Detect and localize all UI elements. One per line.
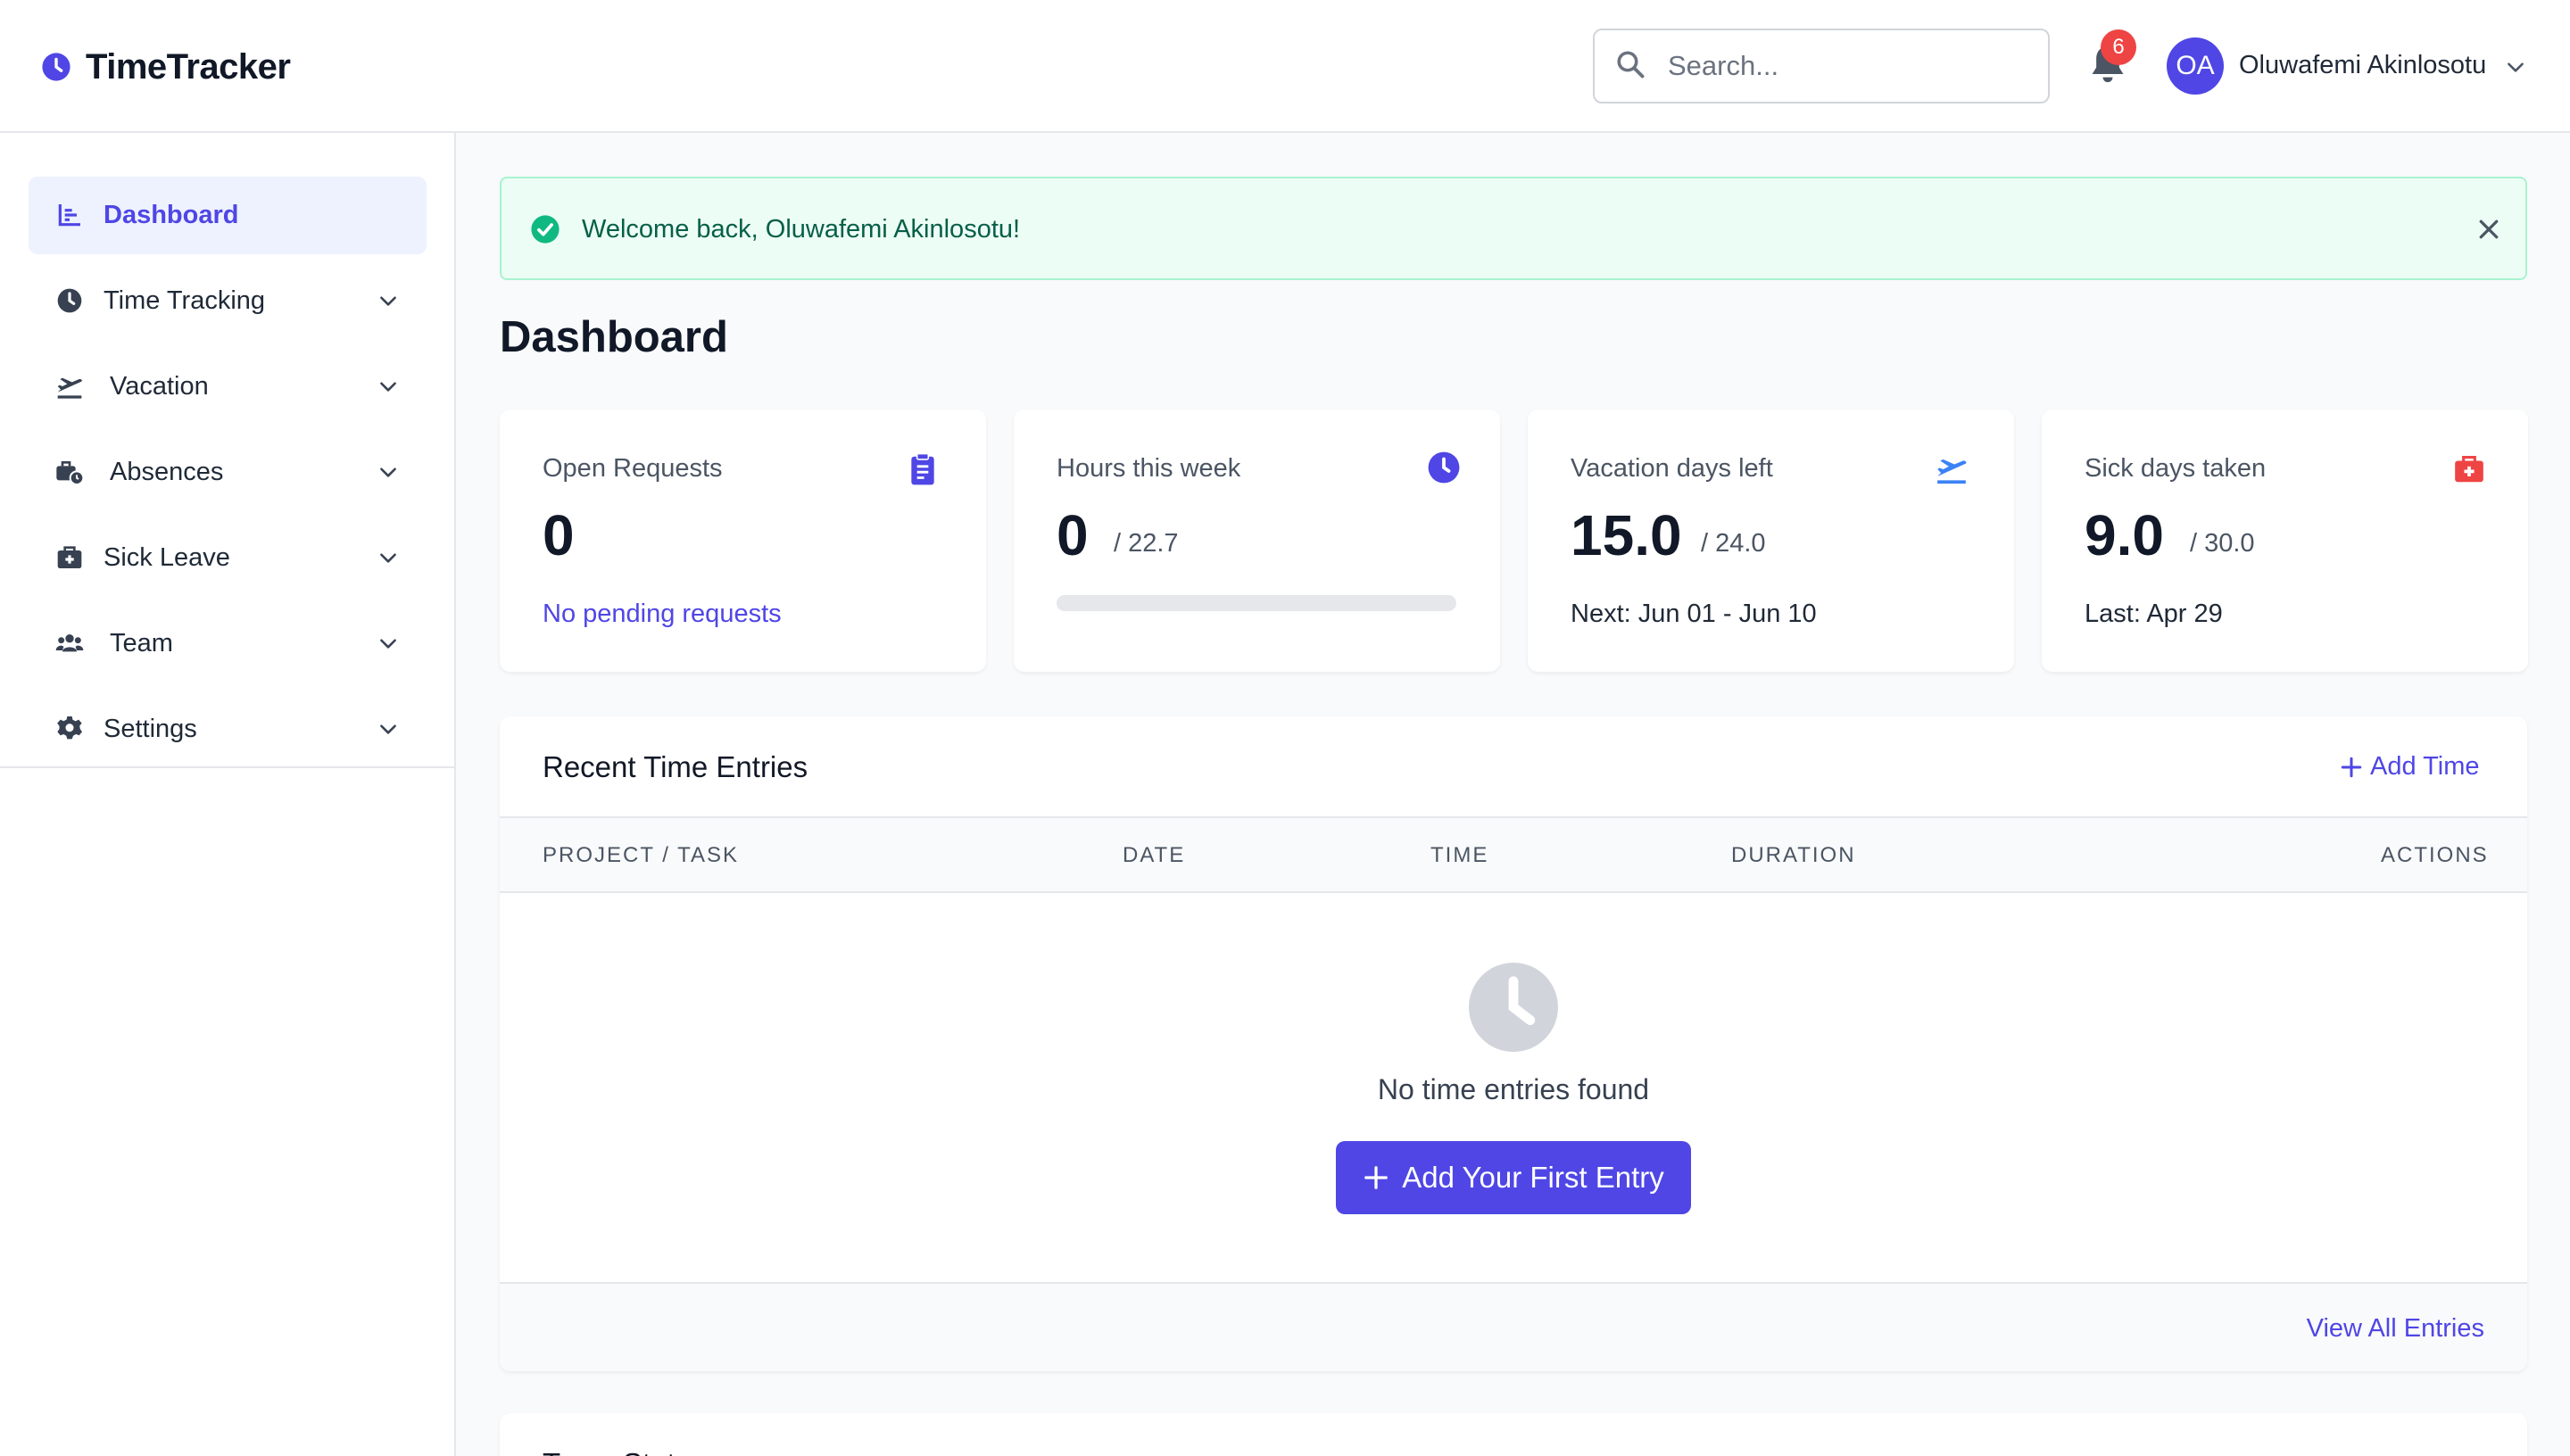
chevron-down-icon[interactable]	[2504, 55, 2527, 79]
medkit-icon	[2455, 455, 2483, 483]
stat-value: 15.0	[1571, 503, 1682, 567]
top-header: TimeTracker 6 OA Oluwafemi Akinlosotu	[0, 0, 2570, 133]
stat-card-vacation-days: Vacation days left 15.0 / 24.0 Next: Jun…	[1528, 410, 2014, 672]
sidebar: Dashboard Time Tracking Vacation Absence…	[0, 133, 456, 1456]
sidebar-item-label: Dashboard	[104, 201, 239, 229]
clock-icon	[1428, 451, 1460, 484]
team-status-card: Team Status	[500, 1413, 2527, 1456]
stat-label: Vacation days left	[1571, 454, 1773, 483]
stat-label: Open Requests	[543, 454, 723, 483]
stat-label: Sick days taken	[2085, 454, 2267, 483]
sidebar-item-absences[interactable]: Absences	[29, 434, 427, 511]
hours-progress-bar	[1057, 595, 1456, 611]
sidebar-item-label: Absences	[110, 458, 224, 486]
add-time-button[interactable]: Add Time	[2340, 752, 2480, 782]
no-pending-requests-link[interactable]: No pending requests	[543, 600, 782, 629]
sidebar-item-settings[interactable]: Settings	[29, 691, 427, 768]
close-icon[interactable]	[2475, 216, 2502, 243]
stat-value: 0	[543, 503, 575, 567]
card-footer: View All Entries	[500, 1282, 2527, 1371]
sidebar-item-vacation[interactable]: Vacation	[29, 348, 427, 426]
avatar[interactable]: OA	[2167, 37, 2224, 95]
search-input[interactable]	[1668, 50, 2025, 82]
sidebar-item-label: Settings	[104, 715, 197, 743]
view-all-entries-link[interactable]: View All Entries	[2124, 1314, 2484, 1344]
chevron-down-icon	[380, 724, 396, 734]
add-time-label: Add Time	[2370, 752, 2480, 781]
section-title: Recent Time Entries	[543, 750, 808, 783]
stat-card-open-requests: Open Requests 0 No pending requests	[500, 410, 986, 672]
page-title: Dashboard	[500, 313, 728, 361]
table-header: PROJECT / TASK DATE TIME DURATION ACTION…	[500, 816, 2527, 893]
chart-icon	[58, 204, 80, 227]
stat-card-sick-days: Sick days taken 9.0 / 30.0 Last: Apr 29	[2042, 410, 2528, 672]
chevron-down-icon	[380, 467, 396, 477]
briefcase-clock-icon	[56, 461, 84, 485]
sidebar-item-team[interactable]: Team	[29, 605, 427, 682]
column-header: DATE	[1123, 843, 1186, 867]
clock-icon	[42, 53, 70, 81]
empty-state-text: No time entries found	[1377, 1073, 1650, 1105]
sidebar-item-dashboard[interactable]: Dashboard	[29, 177, 427, 254]
stat-label: Hours this week	[1057, 454, 1241, 483]
welcome-alert: Welcome back, Oluwafemi Akinlosotu!	[500, 177, 2527, 280]
column-header: PROJECT / TASK	[543, 843, 740, 867]
add-first-entry-button[interactable]: Add Your First Entry	[1336, 1141, 1691, 1214]
chevron-down-icon	[380, 296, 396, 306]
chevron-down-icon	[380, 382, 396, 392]
plane-icon	[57, 377, 82, 399]
gear-icon	[57, 716, 82, 740]
add-first-entry-label: Add Your First Entry	[1402, 1161, 1664, 1194]
stat-total: / 30.0	[2190, 529, 2255, 558]
column-header: ACTIONS	[2381, 843, 2489, 867]
column-header: TIME	[1430, 843, 1489, 867]
plus-icon	[2341, 757, 2362, 777]
chevron-down-icon	[380, 553, 396, 563]
stat-value: 0	[1057, 503, 1089, 567]
chevron-down-icon	[380, 639, 396, 649]
user-name[interactable]: Oluwafemi Akinlosotu	[2239, 51, 2486, 80]
medkit-icon	[57, 546, 82, 568]
sidebar-item-label: Vacation	[110, 372, 209, 401]
search-box[interactable]	[1593, 29, 2050, 103]
last-sick-day-text: Last: Apr 29	[2085, 600, 2223, 628]
clock-icon	[57, 288, 82, 313]
stat-value: 9.0	[2085, 503, 2164, 567]
search-icon	[1617, 51, 1645, 79]
sidebar-item-time-tracking[interactable]: Time Tracking	[29, 262, 427, 340]
stat-card-hours-week: Hours this week 0 / 22.7	[1014, 410, 1500, 672]
recent-time-entries-card: Recent Time Entries Add Time PROJECT / T…	[500, 716, 2527, 1371]
section-title: Team Status	[543, 1447, 706, 1456]
users-icon	[55, 634, 84, 652]
brand-logo[interactable]: TimeTracker	[41, 45, 291, 89]
clipboard-icon	[911, 452, 934, 485]
plane-icon	[1937, 459, 1967, 484]
plus-icon	[1364, 1166, 1389, 1189]
check-circle-icon	[531, 215, 560, 244]
alert-message: Welcome back, Oluwafemi Akinlosotu!	[582, 215, 1021, 244]
sidebar-item-label: Sick Leave	[104, 543, 230, 572]
column-header: DURATION	[1731, 843, 1856, 867]
sidebar-item-sick-leave[interactable]: Sick Leave	[29, 519, 427, 597]
sidebar-item-label: Team	[110, 629, 173, 658]
clock-icon	[1469, 963, 1558, 1052]
stat-total: / 22.7	[1114, 529, 1179, 558]
brand-name: TimeTracker	[86, 46, 291, 87]
sidebar-divider	[0, 766, 454, 768]
stat-total: / 24.0	[1701, 529, 1766, 558]
notification-badge: 6	[2101, 29, 2136, 65]
next-vacation-text: Next: Jun 01 - Jun 10	[1571, 600, 1817, 628]
sidebar-item-label: Time Tracking	[104, 286, 266, 315]
